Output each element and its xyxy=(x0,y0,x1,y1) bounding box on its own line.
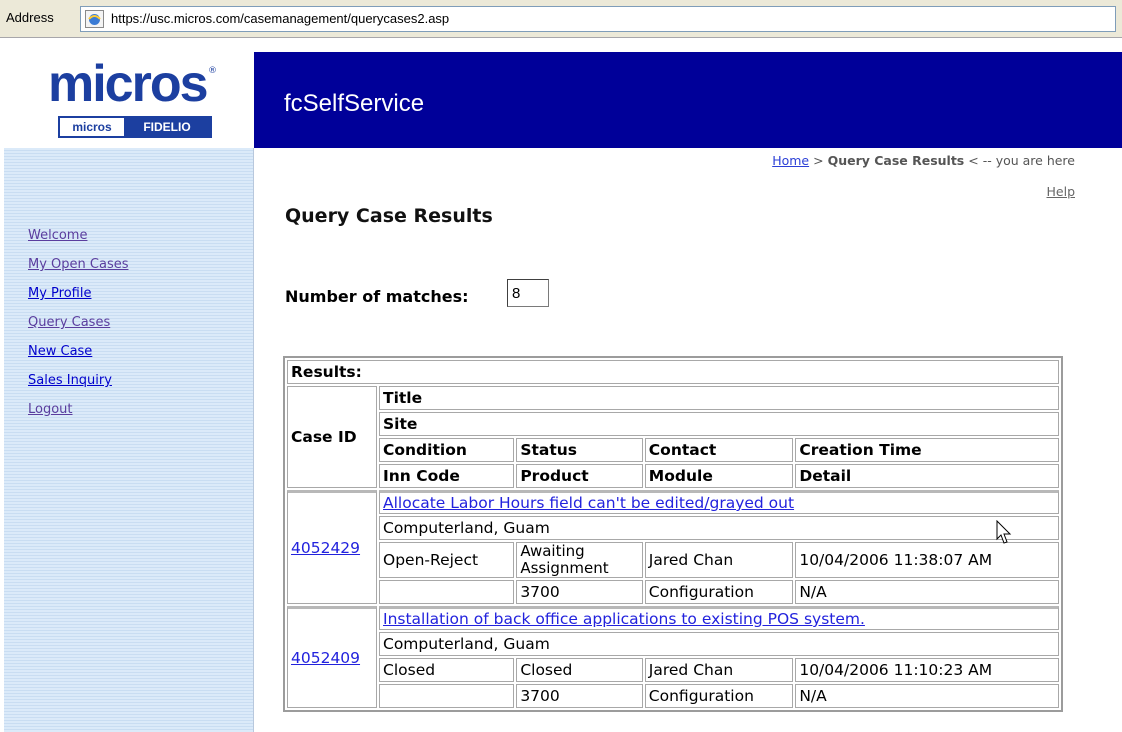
sidebar-item-my-profile[interactable]: My Profile xyxy=(28,286,91,301)
table-row: 4052429 Allocate Labor Hours field can't… xyxy=(287,490,1059,604)
header-condition: Condition xyxy=(379,438,515,462)
breadcrumb: Home > Query Case Results < -- you are h… xyxy=(772,153,1075,168)
breadcrumb-current: Query Case Results xyxy=(827,153,965,168)
page-title: Query Case Results xyxy=(285,205,493,227)
registered-mark: ® xyxy=(208,66,217,76)
mouse-pointer-icon xyxy=(996,520,1012,544)
case-creation-time: 10/04/2006 11:10:23 AM xyxy=(795,658,1059,682)
case-detail: N/A xyxy=(795,684,1059,708)
case-site: Computerland, Guam xyxy=(379,516,1059,540)
logo-sub-fidelio: FIDELIO xyxy=(124,118,210,136)
table-row: Computerland, Guam xyxy=(287,632,1059,656)
app-title: fcSelfService xyxy=(284,90,425,117)
matches-count-field[interactable] xyxy=(507,279,549,307)
header-status: Status xyxy=(516,438,643,462)
header-inn-code: Inn Code xyxy=(379,464,515,488)
header-module: Module xyxy=(644,464,794,488)
url-field[interactable]: https://usc.micros.com/casemanagement/qu… xyxy=(80,6,1116,32)
header-title: Title xyxy=(379,386,1059,410)
header-site: Site xyxy=(379,412,1059,436)
case-inn-code xyxy=(379,684,515,708)
case-product: 3700 xyxy=(516,580,643,604)
case-status: Awaiting Assignment xyxy=(516,542,643,578)
case-id-link[interactable]: 4052409 xyxy=(291,649,360,667)
results-caption: Results: xyxy=(287,360,1059,384)
table-row: 4052409 Installation of back office appl… xyxy=(287,606,1059,708)
case-condition: Closed xyxy=(379,658,515,682)
case-status: Closed xyxy=(516,658,643,682)
header-contact: Contact xyxy=(644,438,794,462)
case-detail: N/A xyxy=(795,580,1059,604)
breadcrumb-home-link[interactable]: Home xyxy=(772,153,809,168)
results-table: Results: Case ID Title Site Condition St… xyxy=(283,356,1063,712)
case-id-link[interactable]: 4052429 xyxy=(291,539,360,557)
table-row: 3700 Configuration N/A xyxy=(287,684,1059,708)
table-row: Open-Reject Awaiting Assignment Jared Cha… xyxy=(287,542,1059,578)
matches-label: Number of matches: xyxy=(285,287,469,306)
case-site: Computerland, Guam xyxy=(379,632,1059,656)
sidebar-item-new-case[interactable]: New Case xyxy=(28,344,92,359)
case-inn-code xyxy=(379,580,515,604)
case-title-link[interactable]: Installation of back office applications… xyxy=(383,610,865,628)
header-creation-time: Creation Time xyxy=(795,438,1059,462)
address-label: Address xyxy=(6,10,54,25)
sidebar-item-my-open-cases[interactable]: My Open Cases xyxy=(28,257,128,272)
case-module: Configuration xyxy=(644,580,794,604)
breadcrumb-suffix: < -- you are here xyxy=(968,153,1075,168)
micros-logo: micros ® micros FIDELIO xyxy=(4,52,254,148)
sidebar-item-sales-inquiry[interactable]: Sales Inquiry xyxy=(28,373,112,388)
address-bar: Address https://usc.micros.com/casemanag… xyxy=(0,0,1122,38)
case-creation-time: 10/04/2006 11:38:07 AM xyxy=(795,542,1059,578)
breadcrumb-separator: > xyxy=(813,153,824,168)
table-row: Closed Closed Jared Chan 10/04/2006 11:1… xyxy=(287,658,1059,682)
header-banner: fcSelfService xyxy=(254,52,1122,148)
sidebar-item-logout[interactable]: Logout xyxy=(28,402,73,417)
logo-wordmark: micros xyxy=(48,55,209,113)
case-product: 3700 xyxy=(516,684,643,708)
header-detail: Detail xyxy=(795,464,1059,488)
sidebar-item-query-cases[interactable]: Query Cases xyxy=(28,315,110,330)
header-product: Product xyxy=(516,464,643,488)
help-link[interactable]: Help xyxy=(1047,184,1076,199)
url-text: https://usc.micros.com/casemanagement/qu… xyxy=(111,11,450,26)
sidebar-item-welcome[interactable]: Welcome xyxy=(28,228,87,243)
ie-page-icon xyxy=(85,10,104,28)
case-module: Configuration xyxy=(644,684,794,708)
logo-sub-micros: micros xyxy=(60,118,124,136)
case-contact: Jared Chan xyxy=(644,658,794,682)
logo-subbrand: micros FIDELIO xyxy=(58,116,212,138)
table-row: 3700 Configuration N/A xyxy=(287,580,1059,604)
case-contact: Jared Chan xyxy=(644,542,794,578)
table-row: Computerland, Guam xyxy=(287,516,1059,540)
case-condition: Open-Reject xyxy=(379,542,515,578)
sidebar-nav: Welcome My Open Cases My Profile Query C… xyxy=(4,148,254,732)
case-title-link[interactable]: Allocate Labor Hours field can't be edit… xyxy=(383,494,794,512)
header-case-id: Case ID xyxy=(287,386,377,488)
